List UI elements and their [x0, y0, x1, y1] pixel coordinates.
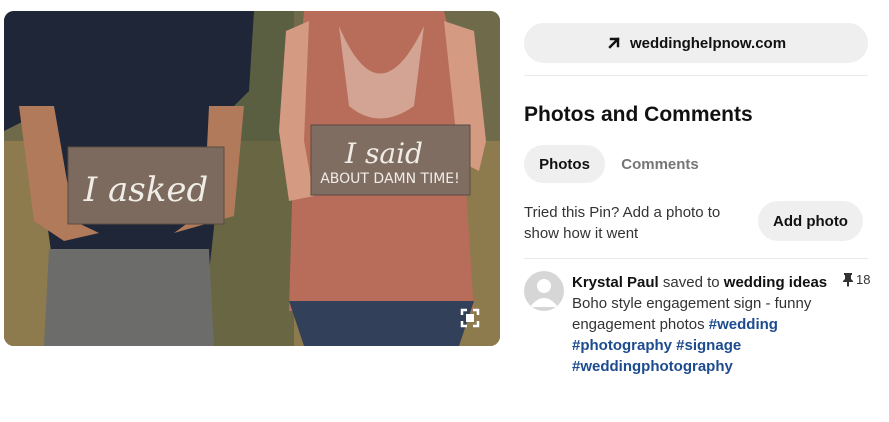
sign-left-text: I asked [83, 170, 208, 210]
comment-username[interactable]: Krystal Paul [572, 274, 659, 291]
hashtag-link[interactable]: #signage [676, 337, 741, 354]
pin-count: 18 [842, 272, 870, 287]
user-placeholder-icon [530, 279, 558, 307]
divider [524, 258, 868, 259]
hashtag-link[interactable]: #wedding [709, 316, 778, 333]
hashtag-link[interactable]: #weddingphotography [572, 358, 733, 375]
board-name[interactable]: wedding ideas [724, 274, 827, 291]
tried-prompt: Tried this Pin? Add a photo to show how … [524, 204, 721, 242]
add-photo-button[interactable]: Add photo [758, 201, 863, 241]
pin-image[interactable]: I asked I said ABOUT DAMN TIME! [4, 11, 500, 346]
tab-photos[interactable]: Photos [524, 145, 605, 183]
arrow-up-right-icon [608, 37, 620, 49]
avatar[interactable] [524, 271, 564, 311]
sign-right-line2: ABOUT DAMN TIME! [320, 171, 460, 187]
website-link-text: weddinghelpnow.com [629, 34, 787, 52]
pushpin-icon [843, 273, 853, 287]
section-title: Photos and Comments [524, 103, 753, 126]
expand-icon[interactable] [460, 308, 480, 328]
tab-comments[interactable]: Comments [614, 145, 706, 183]
pin-count-value: 18 [856, 272, 871, 287]
sign-right-line1: I said [344, 137, 423, 170]
saved-to-text: saved to [662, 274, 720, 291]
pin-photo-illustration: I asked I said ABOUT DAMN TIME! [4, 11, 500, 346]
hashtag-link[interactable]: #photography [572, 337, 672, 354]
comment-block: Krystal Paul saved to wedding ideas Boho… [572, 272, 834, 377]
website-link-button[interactable]: weddinghelpnow.com [524, 23, 868, 63]
divider [524, 75, 868, 76]
